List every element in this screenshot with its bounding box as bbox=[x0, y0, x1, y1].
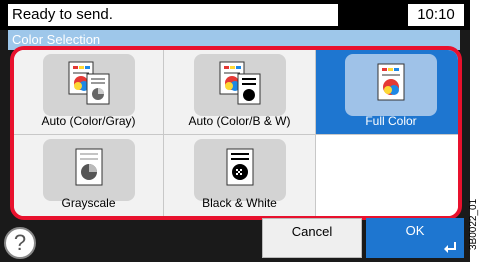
status-message: Ready to send. bbox=[8, 4, 338, 26]
help-icon: ? bbox=[13, 230, 27, 255]
cancel-button[interactable]: Cancel bbox=[262, 218, 362, 258]
option-label: Grayscale bbox=[61, 196, 116, 210]
status-bar: Ready to send. 10:10 bbox=[0, 0, 470, 30]
option-auto-color-gray[interactable]: Auto (Color/Gray) bbox=[14, 50, 164, 135]
help-button[interactable]: ? bbox=[4, 227, 36, 259]
grayscale-icon bbox=[42, 139, 135, 201]
option-auto-color-bw[interactable]: Auto (Color/B & W) bbox=[164, 50, 316, 135]
option-label: Black & White bbox=[202, 196, 277, 210]
enter-icon bbox=[444, 242, 456, 253]
clock: 10:10 bbox=[408, 4, 464, 26]
option-label: Auto (Color/B & W) bbox=[188, 114, 291, 128]
empty-slot bbox=[316, 135, 458, 216]
option-full-color[interactable]: Full Color bbox=[316, 50, 458, 135]
option-grayscale[interactable]: Grayscale bbox=[14, 135, 164, 216]
option-black-white[interactable]: Black & White bbox=[164, 135, 316, 216]
color-options-panel: Auto (Color/Gray) Auto (Color/B & W) Ful… bbox=[10, 46, 462, 220]
option-label: Auto (Color/Gray) bbox=[41, 114, 136, 128]
auto-color-bw-icon bbox=[193, 54, 286, 116]
auto-color-gray-icon bbox=[42, 54, 135, 116]
black-white-icon bbox=[193, 139, 286, 201]
device-screen: Ready to send. 10:10 Color Selection Aut… bbox=[0, 0, 470, 262]
ok-button[interactable]: OK bbox=[366, 218, 464, 258]
reference-code: 3B0022_01 bbox=[468, 198, 479, 250]
ok-label: OK bbox=[405, 223, 425, 238]
full-color-icon bbox=[345, 54, 437, 116]
option-label: Full Color bbox=[365, 114, 417, 128]
